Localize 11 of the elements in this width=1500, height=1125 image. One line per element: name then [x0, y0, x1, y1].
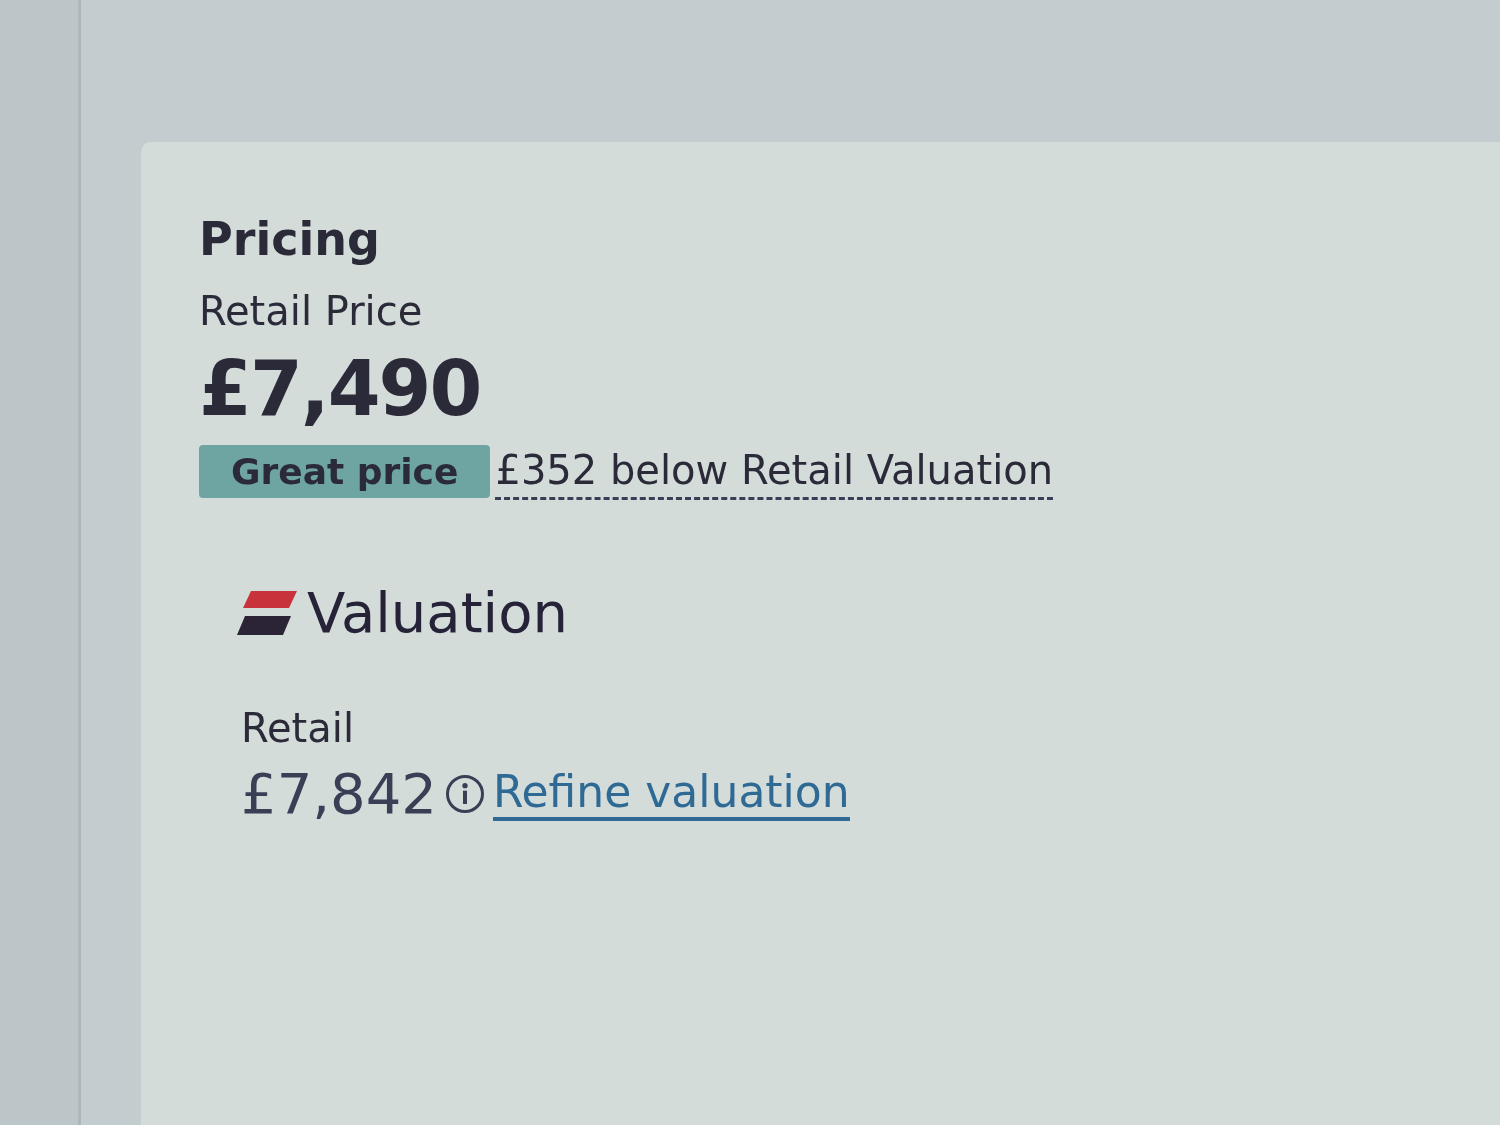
price-difference-text: £352 below Retail Valuation	[495, 447, 1054, 500]
info-icon[interactable]	[444, 773, 485, 814]
price-value: £7,490	[199, 344, 482, 433]
section-title: Pricing	[199, 212, 381, 266]
logo-stripes-icon	[237, 590, 297, 635]
refine-valuation-link[interactable]: Refine valuation	[492, 766, 850, 821]
price-rating-badge: Great price	[199, 445, 491, 498]
logo-text: Valuation	[307, 580, 568, 645]
price-label: Retail Price	[199, 288, 424, 334]
valuation-label: Retail	[241, 705, 356, 751]
valuation-value: £7,842	[241, 761, 437, 826]
